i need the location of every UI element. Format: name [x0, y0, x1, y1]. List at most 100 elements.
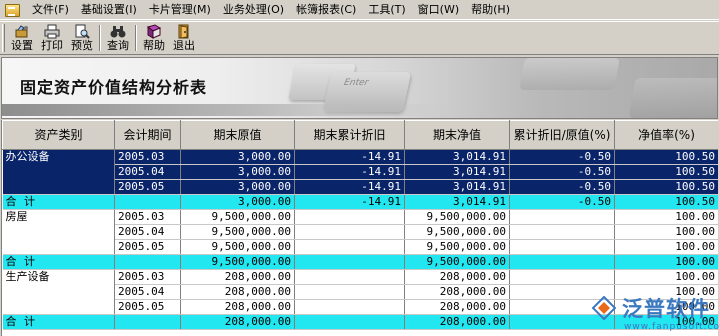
table-cell[interactable]: 9,500,000.00 [180, 209, 295, 225]
table-cell[interactable]: 9,500,000.00 [404, 224, 510, 240]
table-cell[interactable]: 3,014.91 [404, 149, 510, 165]
table-cell[interactable]: 208,000.00 [404, 269, 510, 285]
asset-category-cell[interactable]: 办公设备 [2, 149, 115, 195]
table-row[interactable]: 生产设备 2005.03 208,000.00 208,000.00 100.00 [2, 269, 718, 315]
column-header-net-value[interactable]: 期末净值 [404, 120, 510, 150]
table-cell[interactable]: 100.50 [614, 179, 718, 195]
table-cell[interactable]: 9,500,000.00 [180, 224, 295, 240]
table-cell[interactable]: 3,000.00 [180, 179, 295, 195]
settings-button[interactable]: 设置 [7, 22, 37, 54]
table-cell[interactable]: 208,000.00 [180, 299, 295, 315]
table-cell[interactable]: 100.00 [614, 224, 718, 240]
table-cell[interactable]: 3,000.00 [180, 164, 295, 180]
subtotal-cell[interactable] [114, 254, 181, 270]
table-cell[interactable]: 208,000.00 [180, 284, 295, 300]
table-row[interactable]: 办公设备 2005.03 3,000.00 -14.91 3,014.91 -0.50 10… [2, 149, 718, 195]
table-cell[interactable]: -14.91 [294, 179, 405, 195]
table-cell[interactable] [294, 269, 405, 285]
table-cell[interactable]: 100.50 [614, 149, 718, 165]
subtotal-row[interactable]: 合 计 3,000.00 -14.91 3,014.91 -0.50 100.50 [2, 194, 718, 210]
table-cell[interactable]: 9,500,000.00 [404, 239, 510, 255]
subtotal-cell[interactable] [114, 314, 181, 330]
table-cell[interactable]: 3,000.00 [180, 149, 295, 165]
fanpu-logo-icon [592, 296, 616, 320]
help-book-icon [146, 24, 162, 39]
subtotal-cell[interactable]: 208,000.00 [404, 314, 510, 330]
table-cell[interactable]: 2005.05 [114, 239, 181, 255]
subtotal-cell[interactable]: -14.91 [294, 194, 405, 210]
table-cell[interactable] [294, 209, 405, 225]
menu-tools[interactable]: 工具(T) [362, 1, 411, 19]
table-cell[interactable]: -0.50 [509, 179, 615, 195]
menu-business[interactable]: 业务处理(O) [217, 1, 290, 19]
query-button[interactable]: 查询 [103, 22, 133, 54]
table-cell[interactable]: 100.50 [614, 164, 718, 180]
subtotal-cell[interactable]: 3,000.00 [180, 194, 295, 210]
table-cell[interactable] [509, 224, 615, 240]
subtotal-cell[interactable]: 9,500,000.00 [180, 254, 295, 270]
table-cell[interactable]: 2005.05 [114, 299, 181, 315]
subtotal-row[interactable]: 合 计 9,500,000.00 9,500,000.00 100.00 [2, 254, 718, 270]
subtotal-cell[interactable] [294, 314, 405, 330]
column-header-accum-depreciation[interactable]: 期末累计折旧 [294, 120, 405, 150]
table-cell[interactable] [509, 209, 615, 225]
table-cell[interactable] [294, 284, 405, 300]
table-cell[interactable]: 100.00 [614, 209, 718, 225]
subtotal-cell[interactable] [509, 254, 615, 270]
subtotal-cell[interactable]: 100.00 [614, 254, 718, 270]
column-header-asset-category[interactable]: 资产类别 [2, 120, 115, 150]
table-cell[interactable]: 9,500,000.00 [180, 239, 295, 255]
menu-base-settings[interactable]: 基础设置(I) [75, 1, 143, 19]
subtotal-cell[interactable]: 3,014.91 [404, 194, 510, 210]
table-cell[interactable]: 9,500,000.00 [404, 209, 510, 225]
asset-category-cell[interactable]: 房屋 [2, 209, 115, 255]
table-cell[interactable]: -14.91 [294, 149, 405, 165]
table-cell[interactable] [509, 239, 615, 255]
table-cell[interactable]: 3,014.91 [404, 179, 510, 195]
table-cell[interactable]: -14.91 [294, 164, 405, 180]
table-cell[interactable]: 2005.03 [114, 209, 181, 225]
help-button[interactable]: 帮助 [139, 22, 169, 54]
preview-button[interactable]: 预览 [67, 22, 97, 54]
toolbar-grip[interactable] [2, 24, 5, 52]
subtotal-cell[interactable]: 208,000.00 [180, 314, 295, 330]
column-header-period[interactable]: 会计期间 [114, 120, 181, 150]
table-cell[interactable]: 208,000.00 [404, 299, 510, 315]
menu-books-reports[interactable]: 帐簿报表(C) [290, 1, 362, 19]
table-cell[interactable]: 2005.05 [114, 179, 181, 195]
app-icon[interactable] [4, 2, 20, 18]
table-cell[interactable]: 100.00 [614, 269, 718, 285]
table-cell[interactable]: 2005.03 [114, 149, 181, 165]
exit-button[interactable]: 退出 [169, 22, 199, 54]
table-cell[interactable]: 2005.04 [114, 224, 181, 240]
table-cell[interactable] [294, 239, 405, 255]
table-cell[interactable]: 208,000.00 [404, 284, 510, 300]
menu-file[interactable]: 文件(F) [26, 1, 75, 19]
table-cell[interactable]: 2005.03 [114, 269, 181, 285]
table-row[interactable]: 房屋 2005.03 9,500,000.00 9,500,000.00 100.00 [2, 209, 718, 255]
subtotal-cell[interactable]: 100.50 [614, 194, 718, 210]
table-cell[interactable]: 208,000.00 [180, 269, 295, 285]
table-cell[interactable]: -0.50 [509, 164, 615, 180]
column-header-depreciation-ratio[interactable]: 累计折旧/原值(%) [509, 120, 615, 150]
menu-card-management[interactable]: 卡片管理(M) [143, 1, 217, 19]
menu-help[interactable]: 帮助(H) [465, 1, 516, 19]
table-cell[interactable]: 2005.04 [114, 164, 181, 180]
table-cell[interactable]: 100.00 [614, 239, 718, 255]
table-cell[interactable]: -0.50 [509, 149, 615, 165]
column-header-net-value-rate[interactable]: 净值率(%) [614, 120, 718, 150]
table-cell[interactable]: 2005.04 [114, 284, 181, 300]
subtotal-cell[interactable] [294, 254, 405, 270]
toolbar-separator [99, 25, 101, 51]
asset-category-cell[interactable]: 生产设备 [2, 269, 115, 315]
table-cell[interactable] [294, 299, 405, 315]
table-cell[interactable]: 3,014.91 [404, 164, 510, 180]
table-cell[interactable] [509, 269, 615, 285]
subtotal-cell[interactable] [114, 194, 181, 210]
print-button[interactable]: 打印 [37, 22, 67, 54]
subtotal-cell[interactable]: 9,500,000.00 [404, 254, 510, 270]
column-header-original-value[interactable]: 期末原值 [180, 120, 295, 150]
subtotal-cell[interactable]: -0.50 [509, 194, 615, 210]
table-cell[interactable] [294, 224, 405, 240]
menu-window[interactable]: 窗口(W) [412, 1, 465, 19]
